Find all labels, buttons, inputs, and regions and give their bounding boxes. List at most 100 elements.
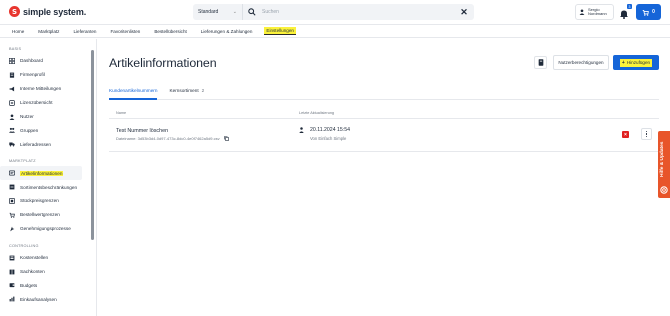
tab-bar: Kundenartikelnummern Kernsortiment 2: [109, 88, 659, 100]
logo[interactable]: S simple system.: [9, 6, 86, 17]
restriction-icon: [9, 184, 15, 190]
sidebar-item-sortimentsbeschraenkungen[interactable]: Sortimentsbeschränkungen: [0, 180, 96, 194]
cart-icon: [642, 9, 649, 16]
user-menu[interactable]: Sergio Nordmann: [575, 4, 614, 20]
cost-center-icon: [9, 255, 15, 261]
nav-einstellungen[interactable]: Einstellungen: [264, 27, 296, 35]
sidebar-section-title: CONTROLLING: [9, 243, 39, 248]
sidebar: BASIS Dashboard Firmenprofil Interne Mit…: [0, 39, 97, 316]
logo-text: simple system.: [23, 6, 87, 17]
sidebar-item-lieferadressen[interactable]: Lieferadressen: [0, 137, 96, 151]
sidebar-item-dashboard[interactable]: Dashboard: [0, 54, 96, 68]
tab-kernsortiment[interactable]: Kernsortiment 2: [169, 88, 204, 100]
grid-icon: [9, 57, 15, 64]
notification-button[interactable]: 3: [619, 4, 632, 19]
nav-lieferanten[interactable]: Lieferanten: [71, 28, 98, 35]
nav-home[interactable]: Home: [10, 28, 26, 35]
nav-marktplatz[interactable]: Marktplatz: [36, 28, 61, 35]
add-button-label: Hinzufügen: [626, 60, 651, 65]
table-header: Name Letzte Aktualisierung: [109, 110, 659, 119]
group-icon: [9, 127, 15, 134]
tab-label: Kernsortiment: [169, 88, 199, 93]
sidebar-item-label: Lizenzübersicht: [20, 100, 53, 106]
sidebar-item-budgets[interactable]: Budgets: [0, 278, 96, 292]
user-icon: [9, 113, 15, 120]
sidebar-item-label: Artikelinformationen: [20, 170, 64, 176]
kebab-dot: [645, 135, 648, 138]
help-updates-label: Hilfe & Updates: [660, 141, 665, 177]
sidebar-item-label: Lieferadressen: [20, 141, 52, 147]
sidebar-item-genehmigungsprozesse[interactable]: Genehmigungsprozesse: [0, 222, 96, 236]
chevron-down-icon: ⌄: [232, 9, 237, 15]
articles-table: Name Letzte Aktualisierung Test Nummer l…: [109, 110, 659, 152]
sidebar-item-sachkonten[interactable]: Sachkonten: [0, 265, 96, 279]
copy-icon[interactable]: [223, 136, 229, 141]
sidebar-item-firmenprofil[interactable]: Firmenprofil: [0, 68, 96, 82]
user-icon: [579, 9, 585, 15]
add-button-inner: + Hinzufügen: [619, 58, 653, 67]
sidebar-section-title: BASIS: [9, 47, 22, 51]
sidebar-item-label: Bestellwertgrenzen: [20, 212, 60, 218]
nav-lieferungen-zahlungen[interactable]: Lieferungen & Zahlungen: [199, 28, 255, 35]
ledger-icon: [9, 269, 15, 275]
help-updates-tab[interactable]: Hilfe & Updates: [658, 131, 670, 198]
search-bar: Standard ⌄ ✕: [193, 4, 474, 20]
close-icon[interactable]: ✕: [458, 6, 470, 18]
search-scope-select[interactable]: Standard ⌄: [193, 4, 243, 20]
tab-kundenartikelnummern[interactable]: Kundenartikelnummern: [109, 88, 158, 100]
sidebar-item-label: Sachkonten: [20, 269, 45, 275]
table-row[interactable]: Test Nummer löschen Dateiname: 3d53b3d4-…: [109, 119, 659, 152]
help-button[interactable]: [534, 56, 547, 69]
kebab-dot: [645, 130, 648, 133]
analytics-icon: [9, 296, 15, 302]
top-bar: S simple system. Standard ⌄ ✕ Sergio Nor…: [0, 0, 670, 25]
delete-button[interactable]: ×: [622, 131, 629, 138]
main-nav: Home Marktplatz Lieferanten Favoritenlis…: [0, 25, 670, 38]
column-header-updated: Letzte Aktualisierung: [299, 111, 335, 115]
nav-favoritenlisten[interactable]: Favoritenlisten: [108, 28, 142, 35]
sidebar-item-label: Dashboard: [20, 58, 43, 64]
sidebar-scrollbar[interactable]: [91, 50, 94, 240]
sidebar-item-lizenzuebersicht[interactable]: Lizenzübersicht: [0, 96, 96, 110]
tab-count-badge: 2: [201, 88, 205, 93]
user-icon: [299, 127, 304, 133]
sidebar-item-kostenstellen[interactable]: Kostenstellen: [0, 251, 96, 265]
bell-icon: [620, 10, 628, 19]
sidebar-item-label: Nutzer: [20, 114, 34, 119]
sidebar-item-label: Kostenstellen: [20, 255, 49, 261]
more-options-button[interactable]: [641, 128, 652, 140]
sidebar-item-nutzer[interactable]: Nutzer: [0, 110, 96, 124]
search-icon[interactable]: [248, 8, 256, 16]
page-title: Artikelinformationen: [109, 56, 217, 70]
user-permissions-button[interactable]: Nutzerberechtigungen: [553, 55, 609, 70]
article-icon: [9, 170, 15, 176]
sidebar-item-label: Genehmigungsprozesse: [20, 226, 71, 232]
sidebar-item-gruppen[interactable]: Gruppen: [0, 123, 96, 137]
row-updated-by: Von Einfach Simple: [310, 136, 347, 141]
user-permissions-label: Nutzerberechtigungen: [558, 60, 604, 65]
sidebar-item-interne-mitteilungen[interactable]: Interne Mitteilungen: [0, 82, 96, 96]
row-filename: Dateiname: 3d53b3d4-0d97-473c-8dc0-4e0f7…: [116, 136, 229, 141]
book-icon: [538, 59, 543, 66]
logo-mark-icon: S: [9, 6, 20, 17]
add-button[interactable]: + Hinzufügen: [613, 55, 659, 70]
search-input[interactable]: [256, 5, 458, 19]
sidebar-item-artikelinformationen[interactable]: Artikelinformationen: [0, 166, 82, 181]
sidebar-item-label: Sortimentsbeschränkungen: [20, 184, 78, 190]
sidebar-item-label: Stückpreisgrenzen: [20, 198, 59, 204]
sidebar-item-bestellwertgrenzen[interactable]: Bestellwertgrenzen: [0, 208, 96, 222]
sidebar-section-title: MARKTPLATZ: [9, 159, 36, 164]
cart-button[interactable]: 0: [636, 4, 661, 20]
row-updated-date: 20.11.2024 15:54: [310, 127, 350, 133]
column-header-name: Name: [116, 111, 127, 115]
row-filename-text: Dateiname: 3d53b3d4-0d97-473c-8dc0-4e0f7…: [116, 136, 220, 141]
sidebar-item-einkaufsanalysen[interactable]: Einkaufsanalysen: [0, 292, 96, 306]
sidebar-item-label: Einkaufsanalysen: [20, 296, 57, 302]
approval-icon: [9, 226, 15, 232]
nav-bestelluebersicht[interactable]: Bestellübersicht: [152, 28, 188, 35]
main-content: Artikelinformationen Nutzerberechtigunge…: [98, 39, 670, 316]
sidebar-item-label: Gruppen: [20, 127, 39, 133]
building-icon: [9, 72, 15, 78]
sidebar-item-stueckpreisgrenzen[interactable]: Stückpreisgrenzen: [0, 194, 96, 208]
megaphone-icon: [9, 86, 15, 92]
